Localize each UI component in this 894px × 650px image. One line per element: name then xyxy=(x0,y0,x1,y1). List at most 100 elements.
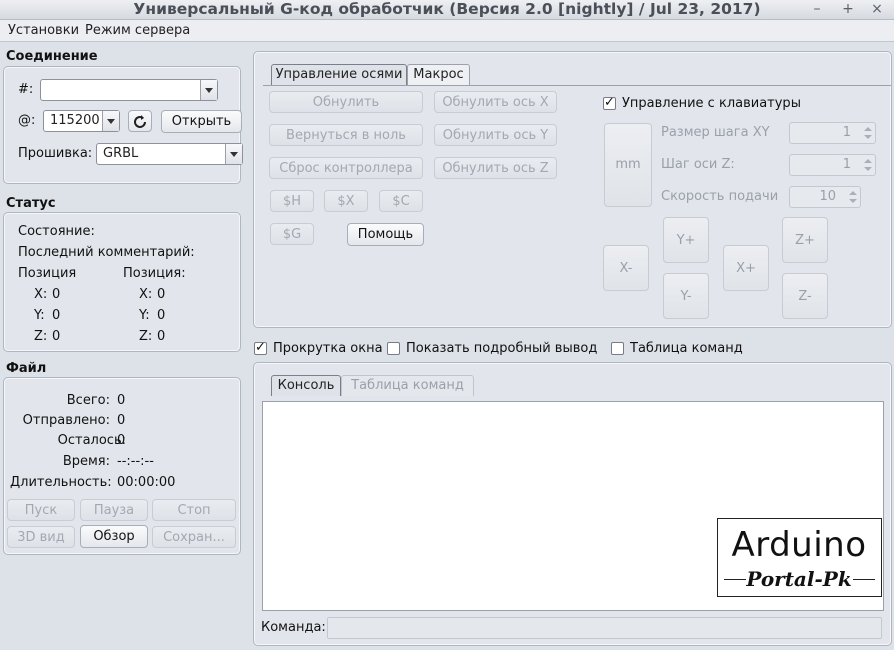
step-xy-label: Размер шага XY xyxy=(661,125,770,140)
machine-y-value: 0 xyxy=(157,308,166,323)
verbose-output-label: Показать подробный вывод xyxy=(406,341,598,356)
open-button[interactable]: Открыть xyxy=(161,110,242,133)
machine-y-label: Y: xyxy=(139,308,150,323)
step-xy-value: 1 xyxy=(842,125,851,140)
machine-position-label: Позиция: xyxy=(123,266,186,281)
feed-rate-label: Скорость подачи xyxy=(661,189,779,204)
jog-z-minus-button[interactable]: Z- xyxy=(782,273,828,319)
reset-y-button[interactable]: Обнулить ось Y xyxy=(434,124,557,146)
minimize-button[interactable]: – xyxy=(806,0,828,20)
return-to-zero-button[interactable]: Вернуться в ноль xyxy=(269,124,423,146)
keyboard-control-checkbox[interactable] xyxy=(603,95,616,110)
window-title: Универсальный G-код обработчик (Версия 2… xyxy=(133,0,761,18)
pause-button[interactable]: Пауза xyxy=(80,499,148,521)
machine-z-label: Z: xyxy=(139,329,153,344)
firmware-combo[interactable]: GRBL xyxy=(96,143,243,165)
refresh-button[interactable] xyxy=(128,110,152,132)
jog-z-plus-button[interactable]: Z+ xyxy=(782,217,828,263)
work-x-value: 0 xyxy=(52,287,61,302)
remaining-value: 0 xyxy=(117,433,126,448)
port-combo[interactable] xyxy=(40,79,218,101)
duration-value: 00:00:00 xyxy=(117,475,176,490)
firmware-value: GRBL xyxy=(103,146,139,161)
connection-title: Соединение xyxy=(6,49,98,64)
view-3d-button[interactable]: 3D вид xyxy=(7,526,75,548)
total-value: 0 xyxy=(117,393,126,408)
baud-label: @: xyxy=(18,113,36,128)
work-x-label: X: xyxy=(34,287,48,302)
reset-z-button[interactable]: Обнулить ось Z xyxy=(434,157,557,179)
work-z-label: Z: xyxy=(34,329,48,344)
status-title: Статус xyxy=(6,196,56,211)
step-z-spinner[interactable]: 1 xyxy=(789,154,876,176)
work-position-label: Позиция xyxy=(18,266,77,281)
logo-line1: Arduino xyxy=(731,525,867,565)
browse-button[interactable]: Обзор xyxy=(80,525,148,548)
port-label: #: xyxy=(18,82,34,97)
command-label: Команда: xyxy=(261,620,326,635)
total-label: Всего: xyxy=(66,393,110,408)
work-z-value: 0 xyxy=(52,329,61,344)
tab-macro[interactable]: Макрос xyxy=(407,64,470,85)
command-input[interactable] xyxy=(327,617,882,639)
spinner-arrows-icon xyxy=(861,123,875,143)
scroll-window-label: Прокрутка окна xyxy=(273,341,383,356)
maximize-button[interactable]: + xyxy=(837,0,859,20)
command-table-label: Таблица команд xyxy=(630,341,743,356)
unlock-command-button[interactable]: $X xyxy=(324,190,368,212)
logo-line2: Portal-Pk xyxy=(746,567,852,591)
chevron-down-icon xyxy=(102,111,119,131)
spinner-arrows-icon xyxy=(861,155,875,175)
help-button[interactable]: Помощь xyxy=(347,223,424,246)
start-button[interactable]: Пуск xyxy=(7,499,75,521)
soft-reset-button[interactable]: Сброс контроллера xyxy=(269,157,423,179)
work-y-value: 0 xyxy=(52,308,61,323)
stop-button[interactable]: Стоп xyxy=(152,499,236,521)
step-z-value: 1 xyxy=(842,157,851,172)
tab-axis-control[interactable]: Управление осями xyxy=(271,64,407,85)
step-z-label: Шаг оси Z: xyxy=(661,157,735,172)
firmware-label: Прошивка: xyxy=(18,146,93,161)
state-label: Состояние: xyxy=(18,224,95,239)
machine-z-value: 0 xyxy=(157,329,166,344)
menu-settings[interactable]: Установки xyxy=(8,20,79,42)
unit-toggle-button[interactable]: mm xyxy=(604,123,652,207)
parser-state-button[interactable]: $G xyxy=(270,223,314,245)
baud-value: 115200 xyxy=(50,113,100,128)
sent-value: 0 xyxy=(117,413,126,428)
sent-label: Отправлено: xyxy=(22,413,110,428)
chevron-down-icon xyxy=(225,144,242,164)
machine-x-label: X: xyxy=(139,287,153,302)
refresh-icon xyxy=(134,115,146,128)
jog-x-minus-button[interactable]: X- xyxy=(603,245,649,291)
step-xy-spinner[interactable]: 1 xyxy=(789,122,876,144)
tab-console[interactable]: Консоль xyxy=(271,375,341,396)
scroll-window-checkbox[interactable] xyxy=(254,340,267,355)
close-button[interactable]: × xyxy=(866,0,888,20)
check-mode-button[interactable]: $C xyxy=(379,190,423,212)
baud-combo[interactable]: 115200 xyxy=(43,110,120,132)
command-table-checkbox[interactable] xyxy=(611,342,624,355)
arduino-portal-logo: Arduino Portal-Pk xyxy=(717,518,882,597)
jog-y-plus-button[interactable]: Y+ xyxy=(663,217,709,263)
work-y-label: Y: xyxy=(34,308,45,323)
machine-x-value: 0 xyxy=(157,287,166,302)
last-comment-label: Последний комментарий: xyxy=(18,245,195,260)
feed-rate-value: 10 xyxy=(819,189,836,204)
reset-x-button[interactable]: Обнулить ось X xyxy=(434,91,557,113)
spinner-arrows-icon xyxy=(846,187,860,207)
reset-zero-button[interactable]: Обнулить xyxy=(269,91,423,113)
tab-command-table[interactable]: Таблица команд xyxy=(341,375,474,396)
keyboard-control-label: Управление с клавиатуры xyxy=(622,96,801,111)
jog-x-plus-button[interactable]: X+ xyxy=(723,245,769,291)
file-title: Файл xyxy=(6,361,47,376)
time-value: --:--:-- xyxy=(117,454,154,469)
home-command-button[interactable]: $H xyxy=(270,190,314,212)
remaining-label: Осталось: xyxy=(57,433,126,448)
save-button[interactable]: Сохран... xyxy=(152,526,236,548)
time-label: Время: xyxy=(62,454,110,469)
jog-y-minus-button[interactable]: Y- xyxy=(663,273,709,319)
verbose-output-checkbox[interactable] xyxy=(387,342,400,355)
feed-rate-spinner[interactable]: 10 xyxy=(789,186,861,208)
menu-server-mode[interactable]: Режим сервера xyxy=(85,20,190,42)
